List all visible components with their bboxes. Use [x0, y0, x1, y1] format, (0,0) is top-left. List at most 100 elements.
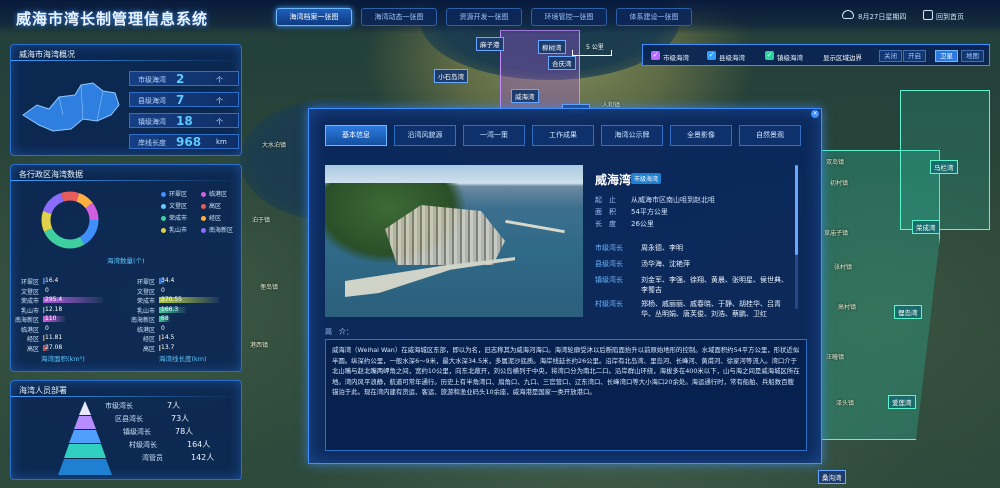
bar-row: 南海新区 110 [13, 315, 113, 324]
map-town-label: 俚岛镇 [260, 284, 279, 291]
tab-basic-info[interactable]: 基本信息 [325, 125, 387, 146]
bar-value: 0 [45, 324, 49, 332]
legend-item[interactable]: 文登区 [161, 201, 187, 210]
bar-value: 27.08 [45, 343, 63, 351]
legend-dot-icon [161, 204, 166, 209]
info-row: 面 积 54平方公里 [595, 208, 668, 216]
bar-value: 68 [161, 315, 169, 322]
intro-text: 威海湾（Weihai Wan）在威海城区东部，即以为名，旧志称其为威海河海口。海… [325, 339, 807, 451]
map-bay-label[interactable]: 马栏湾 [930, 160, 958, 174]
map-layer-button[interactable]: 地图 [961, 50, 984, 62]
nav-system-map[interactable]: 体系建设一张图 [616, 8, 692, 26]
legend-item[interactable]: 环翠区 [161, 189, 187, 198]
map-bay-label[interactable]: 爱莲湾 [888, 395, 916, 409]
satellite-layer-button[interactable]: 卫星 [935, 50, 958, 62]
map-bay-label[interactable]: 荣成湾 [912, 220, 940, 234]
district-panel: 各行政区海湾数据 海湾数量(个) 海湾面积(km²) 海湾线长度(km) 环翠区… [10, 164, 242, 372]
bar-row: 高区 27.08 [13, 343, 113, 353]
bar-label: 荣成市 [20, 298, 39, 305]
bar-value: 166.3 [161, 305, 179, 313]
bar-value: 13.7 [161, 343, 175, 351]
bar-row: 荣成市 295.4 [13, 296, 113, 305]
map-town-label: 草庙子镇 [824, 230, 849, 237]
bar-row: 环翠区 34.4 [129, 277, 229, 286]
map-bay-label[interactable]: 小石岛湾 [434, 69, 468, 83]
header-date: 8月27日星期四 [858, 13, 907, 21]
overview-title: 威海市海湾概况 [19, 50, 75, 59]
legend-dot-icon [161, 216, 166, 221]
boundary-off-button[interactable]: 关闭 [879, 50, 902, 62]
bar-value: 12.18 [45, 305, 63, 313]
map-bay-label[interactable]: 麻子港 [476, 37, 504, 51]
legend-dot-icon [201, 204, 206, 209]
tab-coastal-sources[interactable]: 沿湾风貌源 [394, 125, 456, 146]
staff-pyramid-chart [58, 401, 112, 475]
city-bay-checkbox[interactable]: ✓ [651, 51, 660, 60]
staff-value: 164人 [187, 440, 211, 449]
bar-value: 0 [161, 324, 165, 332]
tab-bay-policy[interactable]: 一湾一策 [463, 125, 525, 146]
info-row: 起 止从威海市区南山咀到赵北咀 [595, 196, 715, 204]
legend-dot-icon [201, 192, 206, 197]
county-bay-checkbox[interactable]: ✓ [707, 51, 716, 60]
nav-resource-map[interactable]: 资源开发一张图 [446, 8, 522, 26]
tab-landscape[interactable]: 自然景观 [739, 125, 801, 146]
legend-dot-icon [201, 216, 206, 221]
close-icon[interactable]: × [811, 110, 819, 118]
bar-row: 环翠区 16.4 [13, 277, 113, 286]
stat-county-bays: 县级海湾 7 个 [129, 92, 239, 107]
bar-label: 环翠区 [136, 279, 155, 286]
tab-panorama[interactable]: 全景影像 [670, 125, 732, 146]
home-icon[interactable] [923, 10, 933, 20]
bar-value: 0 [45, 286, 49, 294]
map-bay-label[interactable]: 俚岛湾 [894, 305, 922, 319]
nav-dynamic-map[interactable]: 海湾动态一张图 [361, 8, 437, 26]
bar-label: 临港区 [20, 326, 39, 334]
legend-item[interactable]: 高区 [201, 201, 221, 210]
map-town-label: 张村镇 [834, 264, 853, 271]
tab-public-board[interactable]: 海湾公示牌 [601, 125, 663, 146]
staff-value: 73人 [171, 414, 190, 423]
legend-item[interactable]: 荣成市 [161, 213, 187, 222]
map-bay-label[interactable]: 桑沟湾 [818, 470, 846, 484]
legend-item[interactable]: 南海新区 [201, 225, 233, 234]
map-town-label: 大水泊镇 [262, 142, 287, 149]
bar-value: 16.4 [45, 277, 59, 284]
info-scrollbar-thumb[interactable] [795, 165, 798, 255]
legend-item[interactable]: 经区 [201, 213, 221, 222]
bar-label: 乳山市 [136, 307, 155, 315]
panel-title-underline [11, 60, 241, 61]
bar-row: 经区 11.81 [13, 334, 113, 343]
bar-row: 文登区 0 [13, 286, 113, 296]
stat-shoreline-length: 岸线长度 968 km [129, 134, 239, 149]
town-bay-check-label[interactable]: 镇级海湾 [777, 52, 803, 62]
shore-caption: 海湾线长度(km) [159, 355, 207, 363]
app-title: 威海市湾长制管理信息系统 [16, 10, 209, 28]
tab-work-results[interactable]: 工作成果 [532, 125, 594, 146]
bar-value: 295.4 [45, 296, 63, 303]
map-control-bar: ✓ 市级海湾 ✓ 县级海湾 ✓ 镇级海湾 显示区域边界 关闭 开启 卫星 地图 [642, 44, 990, 66]
staff-label: 区县湾长 [115, 415, 143, 423]
legend-item[interactable]: 临港区 [201, 189, 227, 198]
county-bay-check-label[interactable]: 县级海湾 [719, 52, 745, 62]
legend-item[interactable]: 乳山市 [161, 225, 187, 234]
legend-dot-icon [161, 228, 166, 233]
stat-town-bays: 镇级海湾 18 个 [129, 113, 239, 128]
town-bay-checkbox[interactable]: ✓ [765, 51, 774, 60]
bar-value: 0 [161, 286, 165, 294]
staff-value: 78人 [175, 427, 194, 436]
nav-archive-map[interactable]: 海湾档案一张图 [276, 8, 352, 26]
bay-photo-carousel[interactable] [325, 165, 583, 317]
bar-row: 乳山市 166.3 [129, 305, 229, 315]
bar-row: 文登区 0 [129, 286, 229, 296]
nav-environment-map[interactable]: 环境管控一张图 [531, 8, 607, 26]
map-bay-label[interactable]: 合庆湾 [548, 56, 576, 70]
bar-label: 南海新区 [14, 317, 39, 324]
bar-value: 110 [45, 315, 57, 322]
boundary-on-button[interactable]: 开启 [903, 50, 926, 62]
map-bay-label[interactable]: 柳树湾 [538, 40, 566, 54]
home-button[interactable]: 回到首页 [936, 12, 964, 22]
city-bay-check-label[interactable]: 市级海湾 [663, 52, 689, 62]
staff-label: 湾管员 [142, 454, 163, 462]
map-bay-label[interactable]: 威海湾 [511, 89, 539, 103]
